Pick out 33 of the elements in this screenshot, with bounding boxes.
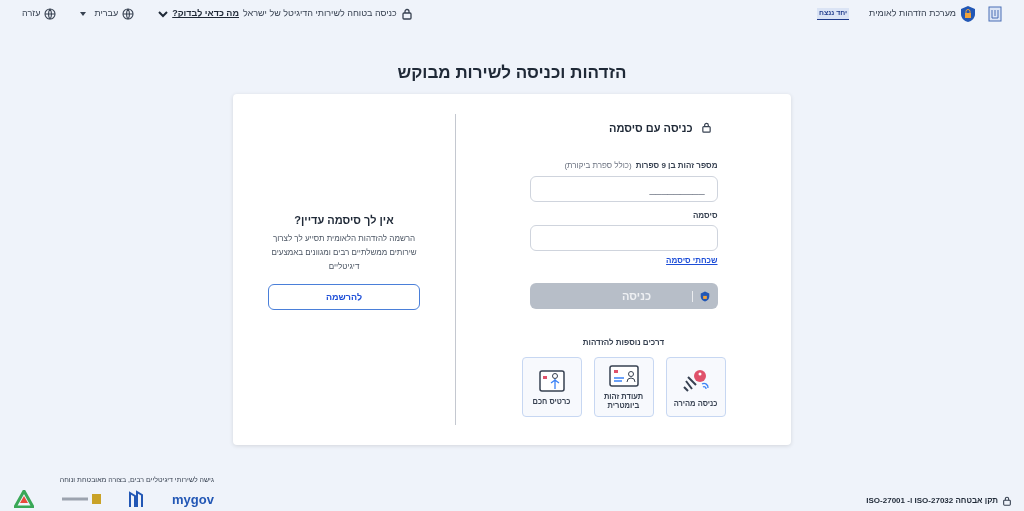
login-title: כניסה עם סיסמה [608, 120, 693, 136]
lock-icon [700, 122, 712, 134]
shield-icon [700, 290, 710, 302]
register-text: הרשמה להזדהות הלאומית תסייע לך לצרוך שירותים ממשלתיים רבים ומגוונים באמצעים דיגיטליים [270, 233, 418, 274]
smart-card-icon [537, 368, 566, 393]
register-button[interactable]: להרשמה [268, 284, 420, 311]
other-methods-title: דרכים נוספות להזדהות [582, 337, 665, 349]
mygov-logo: mygov [172, 490, 214, 509]
forgot-password-link[interactable]: שכחתי סיסמה [666, 255, 718, 267]
password-field[interactable] [529, 225, 718, 251]
chevron-icon[interactable] [158, 10, 169, 18]
caret-icon [80, 12, 87, 16]
brand-name: מערכת הזדהות לאומית [869, 7, 956, 21]
security-standard: תקן אבטחה ISO-27032 ו- ISO-27001 [866, 495, 998, 507]
register-title: אין לך סיסמה עדיין? [294, 212, 394, 228]
language-menu[interactable]: עברית [94, 7, 119, 21]
secure-text: כניסה בטוחה לשירותי הדיגיטל של ישראל [243, 7, 397, 21]
id-label: מספר זהות בן 9 ספרות [635, 160, 718, 172]
globe-icon [122, 8, 135, 20]
shield-icon [960, 5, 976, 23]
id-hint: (כולל ספרת ביקורת) [564, 160, 632, 172]
password-label: סיסמה [691, 210, 718, 222]
emblem-icon [988, 6, 1002, 22]
lock-icon [1002, 496, 1012, 506]
id-field[interactable]: _________ [529, 176, 718, 202]
lock-icon [400, 8, 413, 20]
check-link[interactable]: מה כדאי לבדוק? [172, 7, 239, 21]
building-logo-icon [128, 490, 146, 509]
id-card-icon [607, 364, 640, 388]
triangle-logo-icon [14, 490, 34, 509]
page-title: הזדהות וכניסה לשירות מבוקש [396, 62, 628, 84]
help-link[interactable]: עזרה [22, 7, 41, 21]
help-icon [44, 8, 57, 20]
